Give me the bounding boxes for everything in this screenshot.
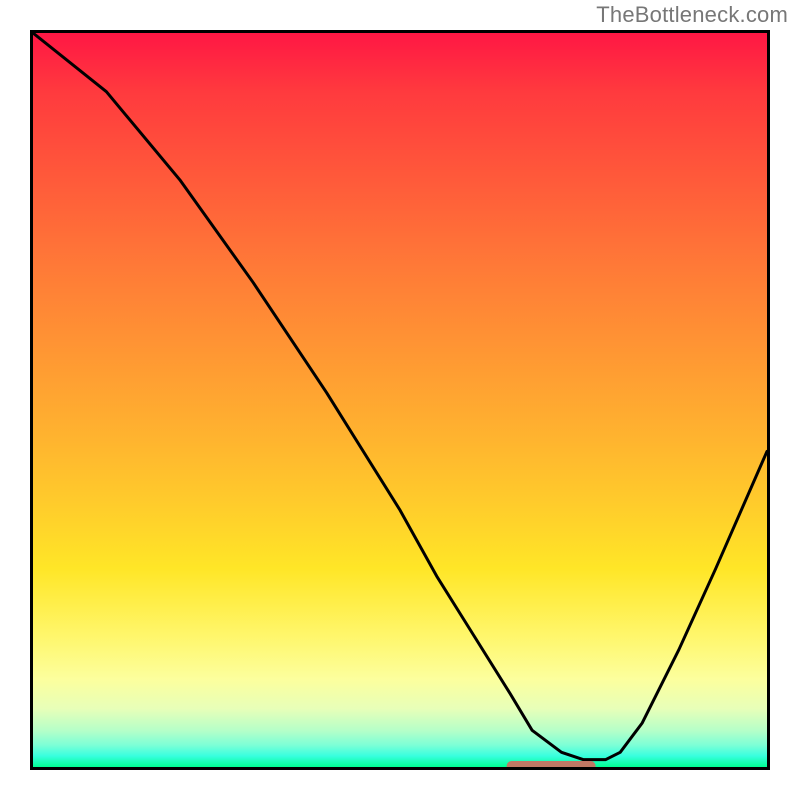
chart-plot-area bbox=[30, 30, 770, 770]
chart-curve-svg bbox=[33, 33, 767, 767]
optimal-range-marker bbox=[507, 761, 596, 770]
bottleneck-curve-line bbox=[33, 33, 767, 760]
watermark-text: TheBottleneck.com bbox=[596, 2, 788, 28]
